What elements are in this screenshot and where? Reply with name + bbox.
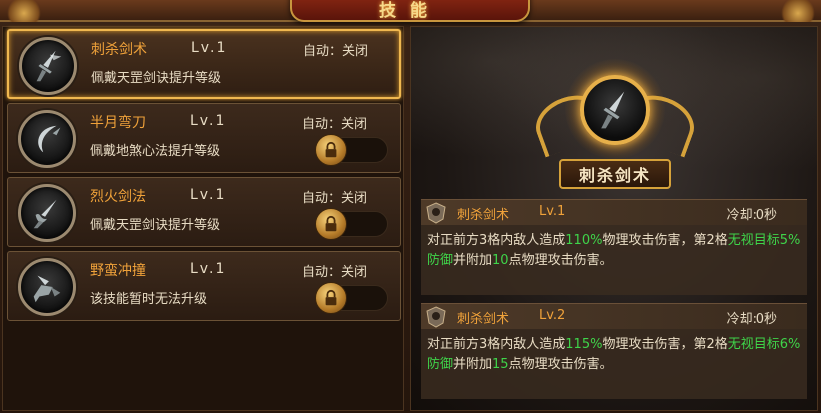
auto-status[interactable]: 自动：关闭 xyxy=(302,113,367,132)
level-label: Lv.2 xyxy=(539,308,566,323)
sword-thrust-icon xyxy=(580,75,650,145)
desc-text: 物理攻击伤害，第2格 xyxy=(602,233,728,248)
level-detail-1: 刺杀剑术 Lv.1 冷却: 0秒 对正前方3格内敌人造成110%物理攻击伤害，第… xyxy=(421,199,807,295)
skill-row-liehuo[interactable]: 烈火剑法 Lv.1 自动：关闭 佩戴天罡剑诀提升等级 xyxy=(7,177,401,247)
level-skill-name: 刺杀剑术 xyxy=(457,208,510,223)
cooldown-value: 0秒 xyxy=(755,208,777,223)
skill-name: 刺杀剑术 xyxy=(91,42,147,58)
ornament-icon xyxy=(4,0,44,22)
crescent-blade-icon xyxy=(18,110,76,168)
auto-status[interactable]: 自动：关闭 xyxy=(302,187,367,206)
skill-row-yeman[interactable]: 野蛮冲撞 Lv.1 自动：关闭 该技能暂时无法升级 xyxy=(7,251,401,321)
level-header: 刺杀剑术 Lv.1 冷却: 0秒 xyxy=(421,199,807,225)
skill-level: Lv.1 xyxy=(191,40,228,56)
desc-text: 并附加 xyxy=(453,253,493,268)
auto-toggle[interactable] xyxy=(315,208,388,240)
skill-detail-panel: 刺杀剑术 刺杀剑术 Lv.1 冷却: 0秒 对正前方3格内敌人造成110%物理攻… xyxy=(410,26,818,411)
auto-toggle[interactable] xyxy=(315,282,388,314)
title-plaque: 技能 xyxy=(290,0,530,22)
skill-window: 技能 刺杀剑术 Lv.1 自动：关闭 佩戴天罡剑诀提升等级 半月弯刀 Lv.1 … xyxy=(0,0,821,413)
lock-icon xyxy=(315,208,347,240)
level-skill-name: 刺杀剑术 xyxy=(457,312,510,327)
desc-value: 110% xyxy=(565,233,603,248)
auto-status[interactable]: 自动：关闭 xyxy=(302,261,367,280)
desc-value: 15 xyxy=(492,357,509,372)
skill-desc: 该技能暂时无法升级 xyxy=(90,292,208,307)
skill-row-banyue[interactable]: 半月弯刀 Lv.1 自动：关闭 佩戴地煞心法提升等级 xyxy=(7,103,401,173)
skill-name: 半月弯刀 xyxy=(90,115,146,131)
level-description: 对正前方3格内敌人造成115%物理攻击伤害，第2格无视目标6%防御并附加15点物… xyxy=(421,329,807,399)
level-header: 刺杀剑术 Lv.2 冷却: 0秒 xyxy=(421,303,807,329)
skill-level: Lv.1 xyxy=(190,261,227,277)
cooldown-value: 0秒 xyxy=(755,312,777,327)
skill-name: 烈火剑法 xyxy=(90,189,146,205)
sword-thrust-icon xyxy=(19,37,77,95)
level-description: 对正前方3格内敌人造成110%物理攻击伤害，第2格无视目标5%防御并附加10点物… xyxy=(421,225,807,295)
lock-icon xyxy=(315,282,347,314)
skill-desc: 佩戴天罡剑诀提升等级 xyxy=(91,71,222,86)
page-title: 技能 xyxy=(379,0,441,21)
lock-icon xyxy=(315,134,347,166)
desc-text: 并附加 xyxy=(453,357,493,372)
ornament-icon xyxy=(778,0,818,22)
auto-status[interactable]: 自动：关闭 xyxy=(303,40,368,59)
auto-toggle[interactable] xyxy=(315,134,388,166)
desc-text: 点物理攻击伤害。 xyxy=(508,253,613,268)
cooldown-label: 冷却: xyxy=(726,312,757,327)
skill-name: 野蛮冲撞 xyxy=(90,263,146,279)
skill-level: Lv.1 xyxy=(190,113,227,129)
desc-value: 10 xyxy=(492,253,509,268)
skill-desc: 佩戴天罡剑诀提升等级 xyxy=(90,218,221,233)
skill-level: Lv.1 xyxy=(190,187,227,203)
skill-list: 刺杀剑术 Lv.1 自动：关闭 佩戴天罡剑诀提升等级 半月弯刀 Lv.1 自动：… xyxy=(2,26,404,411)
level-label: Lv.1 xyxy=(539,204,566,219)
flame-sword-icon xyxy=(18,184,76,242)
level-detail-2: 刺杀剑术 Lv.2 冷却: 0秒 对正前方3格内敌人造成115%物理攻击伤害，第… xyxy=(421,303,807,399)
emblem-badge-icon xyxy=(426,202,446,224)
charge-icon xyxy=(18,258,76,316)
selected-skill-name: 刺杀剑术 xyxy=(559,159,671,189)
desc-text: 点物理攻击伤害。 xyxy=(508,357,613,372)
desc-text: 对正前方3格内敌人造成 xyxy=(427,337,566,352)
skill-desc: 佩戴地煞心法提升等级 xyxy=(90,144,221,159)
desc-text: 物理攻击伤害，第2格 xyxy=(602,337,728,352)
emblem-badge-icon xyxy=(426,306,446,328)
desc-text: 对正前方3格内敌人造成 xyxy=(427,233,566,248)
cooldown-label: 冷却: xyxy=(726,208,757,223)
desc-value: 115% xyxy=(565,337,603,352)
skill-row-cisha[interactable]: 刺杀剑术 Lv.1 自动：关闭 佩戴天罡剑诀提升等级 xyxy=(7,29,401,99)
